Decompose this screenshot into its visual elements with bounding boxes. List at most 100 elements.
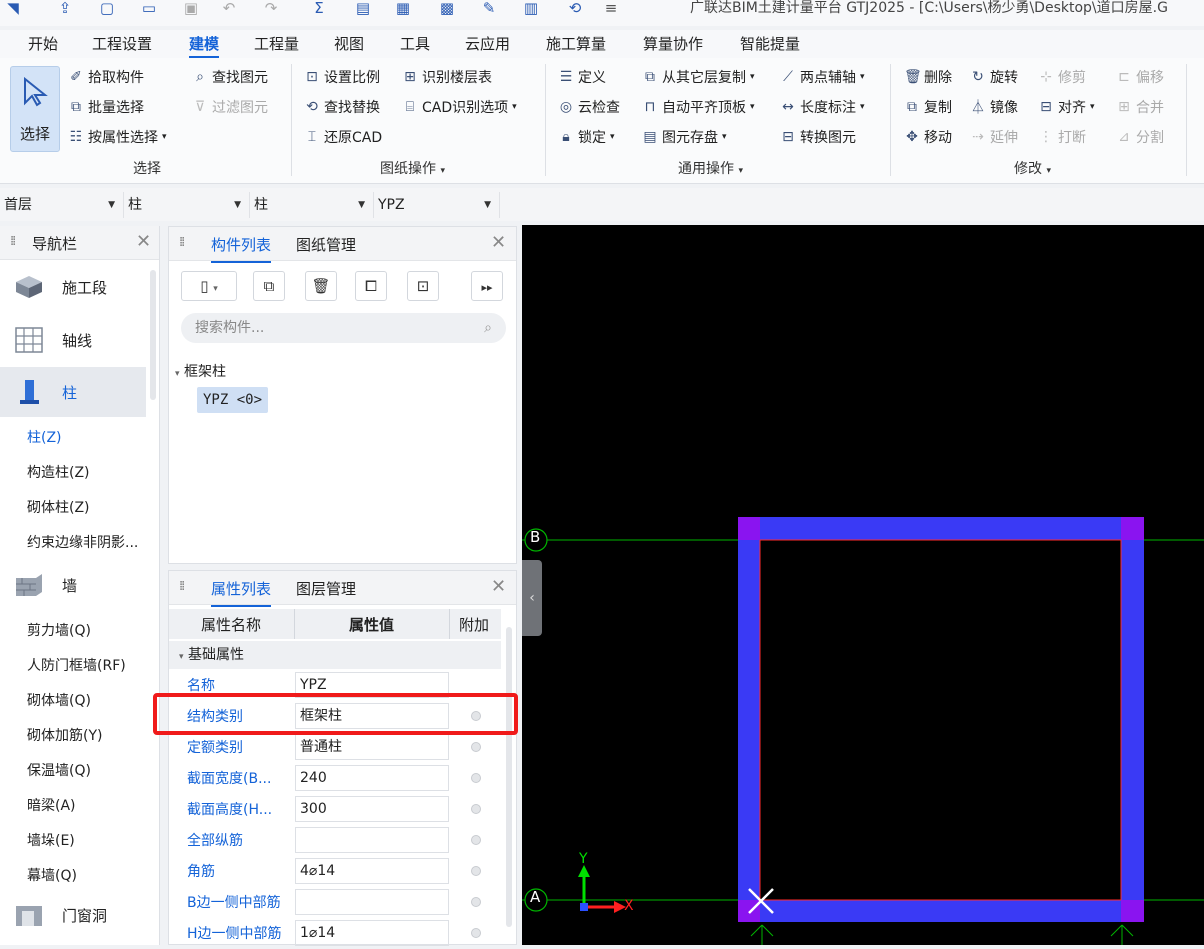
pick-component-button[interactable]: ✐ 拾取构件 [68,66,144,88]
tree-node-frame-column[interactable]: ▾ 框架柱 [175,361,226,381]
new-file-icon[interactable]: ▢ [98,0,116,16]
align-button[interactable]: ⊟ 对齐 ▾ [1038,96,1094,118]
nav-item-column-z[interactable]: 柱(Z) [27,427,62,447]
new-component-button[interactable]: ▯ ▾ [181,271,237,301]
property-value-input[interactable] [295,827,449,853]
tab-view[interactable]: 视图 [334,33,364,54]
lock-button[interactable]: 🔒︎ 锁定 ▾ [558,126,614,148]
component-selector[interactable]: YPZ ▼ [374,192,500,218]
property-group-basic[interactable]: ▾ 基础属性 [169,641,501,669]
nav-item-masonry-rebar[interactable]: 砌体加筋(Y) [27,725,102,745]
split-button[interactable]: ⊿ 分割 [1116,126,1164,148]
extra-checkbox[interactable] [471,773,481,783]
close-icon[interactable]: ✕ [491,576,506,597]
floor-selector[interactable]: 首层 ▼ [0,192,124,218]
select-by-attribute-button[interactable]: ☷ 按属性选择 ▾ [68,126,167,148]
scrollbar[interactable] [150,270,156,400]
offset-button[interactable]: ⊏ 偏移 [1116,66,1164,88]
tab-tools[interactable]: 工具 [400,33,430,54]
rotate-button[interactable]: ↻ 旋转 [970,66,1018,88]
move-button[interactable]: ✥ 移动 [904,126,952,148]
tab-layer-management[interactable]: 图层管理 [296,578,356,599]
nav-category-axis[interactable]: 轴线 [0,315,146,365]
collapse-panel-button[interactable]: ‹ [522,560,542,636]
nav-category-wall[interactable]: 墙 [0,560,146,610]
tab-construction[interactable]: 施工算量 [546,33,606,54]
nav-category-construction-stage[interactable]: 施工段 [0,262,146,312]
corner-column[interactable] [738,900,760,922]
sync-icon[interactable]: ⟲ [566,0,584,16]
tab-component-list[interactable]: 构件列表 [211,234,272,263]
drag-grip-icon[interactable]: ⁞⁞ [10,234,16,249]
grid-search-icon[interactable]: ▩ [438,0,456,16]
corner-column[interactable] [1121,900,1144,922]
drag-grip-icon[interactable]: ⁞⁞ [179,235,185,250]
find-replace-button[interactable]: ⟲ 查找替换 [304,96,380,118]
redo-icon[interactable]: ↷ [262,0,280,16]
property-value-input[interactable]: 普通柱 [295,734,449,760]
tab-collaboration[interactable]: 算量协作 [643,33,703,54]
table-icon[interactable]: ▦ [394,0,412,16]
nav-item-curtain-wall[interactable]: 幕墙(Q) [27,865,77,885]
type-selector[interactable]: 柱 ▼ [250,192,374,218]
drag-grip-icon[interactable]: ⁞⁞ [179,579,185,594]
define-button[interactable]: ☰ 定义 [558,66,606,88]
cad-options-button[interactable]: ⌸ CAD识别选项 ▾ [402,96,517,118]
scrollbar[interactable] [506,627,512,927]
extra-checkbox[interactable] [471,928,481,938]
property-value-input[interactable]: 4⌀14 [295,858,449,884]
property-value-input[interactable] [295,889,449,915]
extra-checkbox[interactable] [471,835,481,845]
copy-button[interactable]: ⧉ 复制 [904,96,952,118]
copy-from-layer-button[interactable]: ⧉ 从其它层复制 ▾ [642,66,755,88]
property-value-input[interactable]: 300 [295,796,449,822]
set-scale-button[interactable]: ⊡ 设置比例 [304,66,380,88]
find-element-button[interactable]: ⌕ 查找图元 [192,66,268,88]
restore-cad-button[interactable]: ⌶ 还原CAD [304,126,382,148]
upload-icon[interactable]: ⇪ [56,0,74,16]
extend-button[interactable]: ⇢ 延伸 [970,126,1018,148]
drawing-canvas[interactable]: B A Y X [522,225,1204,945]
extra-checkbox[interactable] [471,804,481,814]
save-icon[interactable]: ▣ [182,0,200,16]
tab-property-list[interactable]: 属性列表 [211,578,272,607]
select-button[interactable]: 选择 [10,66,60,152]
nav-item-boundary-non-shadow[interactable]: 约束边缘非阴影... [27,532,138,552]
tab-project-settings[interactable]: 工程设置 [92,33,152,54]
search-input[interactable]: 搜索构件... ⌕ [181,313,506,343]
tab-drawing-management[interactable]: 图纸管理 [296,234,356,255]
tab-start[interactable]: 开始 [28,33,58,54]
tree-item-ypz[interactable]: YPZ <0> [197,387,269,413]
close-icon[interactable]: ✕ [136,231,151,252]
close-icon[interactable]: ✕ [491,232,506,253]
nav-item-insulation-wall[interactable]: 保温墙(Q) [27,760,91,780]
tab-cloud[interactable]: 云应用 [465,33,510,54]
view-report-icon[interactable]: ▤ [354,0,372,16]
nav-category-door-window[interactable]: 门窗洞 [0,890,146,940]
length-dimension-button[interactable]: ↔ 长度标注 ▾ [780,96,864,118]
nav-item-masonry-column[interactable]: 砌体柱(Z) [27,497,90,517]
identify-floor-table-button[interactable]: ⊞ 识别楼层表 [402,66,492,88]
merge-button[interactable]: ⊞ 合并 [1116,96,1164,118]
category-selector[interactable]: 柱 ▼ [124,192,250,218]
cloud-check-button[interactable]: ◎ 云检查 [558,96,620,118]
save-component-button[interactable]: ⊡ [407,271,439,301]
tab-modeling[interactable]: 建模 [189,33,220,59]
more-tools-button[interactable]: ▸▸ [471,271,503,301]
open-folder-icon[interactable]: ▭ [140,0,158,16]
sum-icon[interactable]: Σ [310,0,328,16]
two-point-axis-button[interactable]: ⟋ 两点辅轴 ▾ [780,66,864,88]
tab-smart-extract[interactable]: 智能提量 [740,33,800,54]
property-value-input[interactable]: 240 [295,765,449,791]
nav-item-shear-wall[interactable]: 剪力墙(Q) [27,620,91,640]
trim-button[interactable]: ⊹ 修剪 [1038,66,1086,88]
property-value-input[interactable]: 1⌀14 [295,920,449,946]
nav-category-column[interactable]: 柱 [0,367,146,417]
auto-flush-slab-button[interactable]: ⊓ 自动平齐顶板 ▾ [642,96,755,118]
nav-item-hidden-beam[interactable]: 暗梁(A) [27,795,76,815]
nav-item-civil-defense-wall[interactable]: 人防门框墙(RF) [27,655,126,675]
delete-button[interactable]: 🗑︎ 删除 [904,66,952,88]
extra-checkbox[interactable] [471,897,481,907]
corner-column[interactable] [1121,517,1144,540]
extra-checkbox[interactable] [471,742,481,752]
